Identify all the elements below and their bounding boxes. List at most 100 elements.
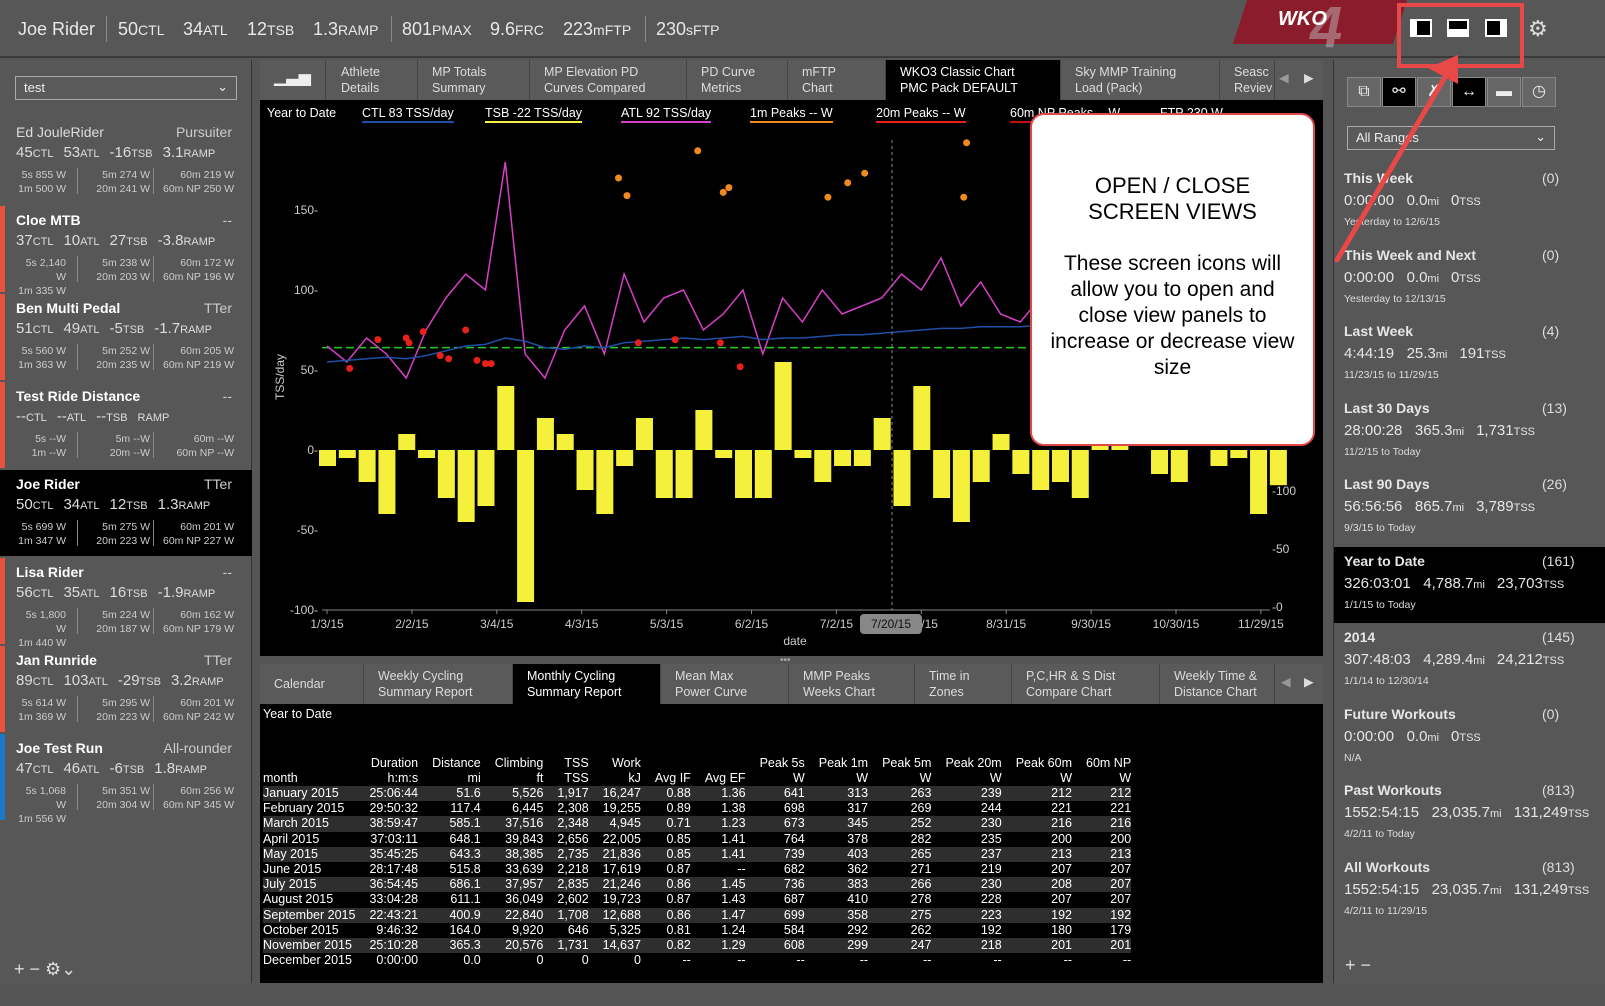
copy-check-icon[interactable]: ⧉ <box>1347 77 1381 107</box>
column-header[interactable]: Peak 5s W <box>746 736 805 786</box>
rowing-icon[interactable]: ▬ <box>1487 77 1521 107</box>
date-range-item[interactable]: Last 30 Days (13) 28:00:28 365.3mi 1,731TS… <box>1334 394 1605 470</box>
tab[interactable]: Seasc Reviev <box>1220 60 1275 100</box>
legend-ctl[interactable]: CTL 83 TSS/day <box>362 106 454 123</box>
athlete-card[interactable]: Ben Multi Pedal TTer 51CTL 49ATL -5TSB -1.7… <box>0 294 252 380</box>
timer-icon[interactable]: ◷ <box>1522 77 1556 107</box>
tab[interactable]: MMP Peaks Weeks Chart <box>789 664 915 704</box>
table-row[interactable]: January 2015 25:06:44 51.6 5,526 1,917 16,247… <box>263 786 1132 802</box>
date-range-item[interactable]: Last Week (4) 4:44:19 25.3mi 191TSS 11/23/… <box>1334 317 1605 393</box>
date-range-item[interactable]: All Workouts (813) 1552:54:15 23,035.7mi 1… <box>1334 853 1605 929</box>
logo: WKO <box>1278 8 1327 30</box>
run-icon[interactable]: ✗ <box>1417 77 1451 107</box>
table-cell: 25:06:44 <box>369 786 419 800</box>
table-row[interactable]: May 2015 35:45:25 643.3 38,385 2,735 21,836 0.… <box>263 846 1132 863</box>
date-range-item[interactable]: Future Workouts (0) 0:00:00 0.0mi 0TSS N/A <box>1334 700 1605 776</box>
column-header[interactable]: Avg EF <box>691 736 746 786</box>
range-dates: 1/1/15 to Today <box>1344 598 1416 611</box>
table-cell: 299 <box>847 938 869 953</box>
athlete-card[interactable]: Test Ride Distance -- --CTL --ATL --TSB RAM… <box>0 382 252 468</box>
tab-scroll-left-icon[interactable]: ◀ <box>1277 664 1299 704</box>
date-range-item[interactable]: This Week and Next (0) 0:00:00 0.0mi 0TSS … <box>1334 241 1605 317</box>
tab[interactable]: Time in Zones <box>915 664 1012 704</box>
range-dates: 9/3/15 to Today <box>1344 522 1416 534</box>
table-cell: 1,731 <box>557 938 589 953</box>
table-row[interactable]: December 2015 0:00:00 0.0 0 0 0 -- -- -- -- -- -- --… <box>263 953 1131 968</box>
sidebar-footer-controls[interactable]: + − ⚙⌄ <box>0 955 252 983</box>
table-row[interactable]: February 2015 29:50:32 117.4 6,445 2,308 19,2… <box>263 801 1131 816</box>
toggle-left-panel-icon[interactable] <box>1410 19 1432 37</box>
athlete-card[interactable]: Cloe MTB -- 37CTL 10ATL 27TSB -3.8RAMP 5s 2… <box>0 206 252 297</box>
tab[interactable]: Weekly Time & Distance Chart <box>1160 664 1275 704</box>
y-tick-label: 50- <box>301 363 318 377</box>
athlete-card[interactable]: Lisa Rider -- 56CTL 35ATL 16TSB -1.9RAMP 5s… <box>0 558 252 649</box>
range-footer-controls[interactable]: + − <box>1345 955 1371 976</box>
table-row[interactable]: June 2015 28:17:48 515.8 33,639 2,218 17,619 0… <box>263 862 1131 877</box>
column-header[interactable]: Peak 60m W <box>1002 736 1072 786</box>
divider <box>77 256 78 282</box>
column-header[interactable]: Distance mi <box>418 736 481 786</box>
range-filter-select[interactable]: All Ranges ⌄ <box>1347 126 1555 150</box>
athlete-card[interactable]: Ed JouleRider Pursuiter 45CTL 53ATL -16TSB… <box>0 118 252 204</box>
athlete-group-select[interactable]: test ⌄ <box>15 76 237 100</box>
table-row[interactable]: April 2015 37:03:11 648.1 39,843 2,656 22,005… <box>263 832 1131 847</box>
tab[interactable]: MP Elevation PD Curves Compared <box>530 60 687 100</box>
legend-20m-peaks[interactable]: 20m Peaks -- W <box>876 106 966 123</box>
tab[interactable]: Mean Max Power Curve <box>661 664 789 704</box>
settings-gear-icon[interactable]: ⚙ <box>1528 16 1548 42</box>
tab[interactable]: MP Totals Summary <box>418 60 530 100</box>
tab[interactable]: P,C,HR & S Dist Compare Chart <box>1012 664 1160 704</box>
table-row[interactable]: July 2015 36:54:45 686.1 37,957 2,835 21,246 0… <box>263 877 1132 893</box>
date-range-item[interactable]: Last 90 Days (26) 56:56:56 865.7mi 3,789TS… <box>1334 470 1605 546</box>
tab[interactable]: mFTP Chart <box>788 60 886 100</box>
column-header[interactable]: TSS TSS <box>543 736 588 786</box>
column-header[interactable]: Climbing ft <box>481 736 544 786</box>
athlete-card[interactable]: Joe Rider TTer 50CTL 34ATL 12TSB 1.3RAMP 5s… <box>0 470 252 556</box>
table-row[interactable]: March 2015 38:59:47 585.1 37,516 2,348 4,945 0… <box>263 816 1132 832</box>
legend-atl[interactable]: ATL 92 TSS/day <box>621 106 712 123</box>
tab[interactable]: PD Curve Metrics <box>687 60 788 100</box>
column-header[interactable]: Peak 20m W <box>931 736 1001 786</box>
table-cell: 0.71 <box>666 816 691 831</box>
date-range-item[interactable]: Past Workouts (813) 1552:54:15 23,035.7mi… <box>1334 776 1605 852</box>
column-header[interactable]: month <box>263 736 355 786</box>
legend-1m-peaks[interactable]: 1m Peaks -- W <box>750 106 833 123</box>
tab[interactable]: Sky MMP Training Load (Pack) <box>1061 60 1220 100</box>
tsb-bar <box>853 450 871 466</box>
column-header[interactable]: Peak 5m W <box>868 736 931 786</box>
table-row[interactable]: September 2015 22:43:21 400.9 22,840 1,708 12… <box>263 907 1132 923</box>
table-cell: 2,602 <box>557 892 589 907</box>
bike-chain-icon[interactable]: ⚯ <box>1382 77 1416 107</box>
toggle-bottom-panel-icon[interactable] <box>1447 19 1469 37</box>
table-cell: 192 <box>1110 907 1132 922</box>
tab[interactable]: Monthly Cycling Summary Report <box>513 664 661 704</box>
tsb-bar <box>814 450 832 482</box>
column-header[interactable]: Duration h:m:s <box>355 736 418 786</box>
tab-scroll-right-icon[interactable]: ▶ <box>1300 60 1323 100</box>
legend-tsb[interactable]: TSB -22 TSS/day <box>485 106 583 123</box>
tab[interactable]: Weekly Cycling Summary Report <box>364 664 513 704</box>
divider <box>153 168 154 194</box>
column-header[interactable]: 60m NP W <box>1072 736 1131 786</box>
chart-bars-icon[interactable]: ▁▃▅ <box>260 60 326 100</box>
tab[interactable]: Calendar <box>260 664 364 704</box>
table-cell: 263 <box>910 786 932 800</box>
column-header[interactable]: Peak 1m W <box>805 736 868 786</box>
toggle-right-panel-icon[interactable] <box>1485 19 1507 37</box>
table-row[interactable]: November 2015 25:10:28 365.3 20,576 1,731 14,… <box>263 938 1132 954</box>
athlete-card[interactable]: Jan Runride TTer 89CTL 103ATL -29TSB 3.2RAM… <box>0 646 252 732</box>
column-header[interactable]: Work kJ <box>589 736 641 786</box>
pmax-stat: 801PMAX <box>402 19 472 39</box>
athlete-card[interactable]: Joe Test Run All-rounder 47CTL 46ATL -6TSB… <box>0 734 252 825</box>
table-row[interactable]: October 2015 9:46:32 164.0 9,920 646 5,325 0.8… <box>263 923 1131 938</box>
date-range-item[interactable]: 2014 (145) 307:48:03 4,289.4mi 24,212TSS 1… <box>1334 623 1605 699</box>
date-range-item[interactable]: Year to Date (161) 326:03:01 4,788.7mi 23,… <box>1334 546 1605 623</box>
tab[interactable]: Athlete Details <box>327 60 418 100</box>
column-header[interactable]: Avg IF <box>641 736 691 786</box>
date-range-item[interactable]: This Week (0) 0:00:00 0.0mi 0TSS Yesterday… <box>1334 164 1605 240</box>
tab[interactable]: WKO3 Classic Chart PMC Pack DEFAULT <box>886 60 1061 100</box>
tab-scroll-right-icon[interactable]: ▶ <box>1300 664 1323 704</box>
tab-scroll-left-icon[interactable]: ◀ <box>1275 60 1299 100</box>
strength-dumbbell-icon[interactable]: ↔ <box>1452 77 1486 107</box>
table-row[interactable]: August 2015 33:04:28 611.1 36,049 2,602 19,72… <box>263 892 1131 907</box>
